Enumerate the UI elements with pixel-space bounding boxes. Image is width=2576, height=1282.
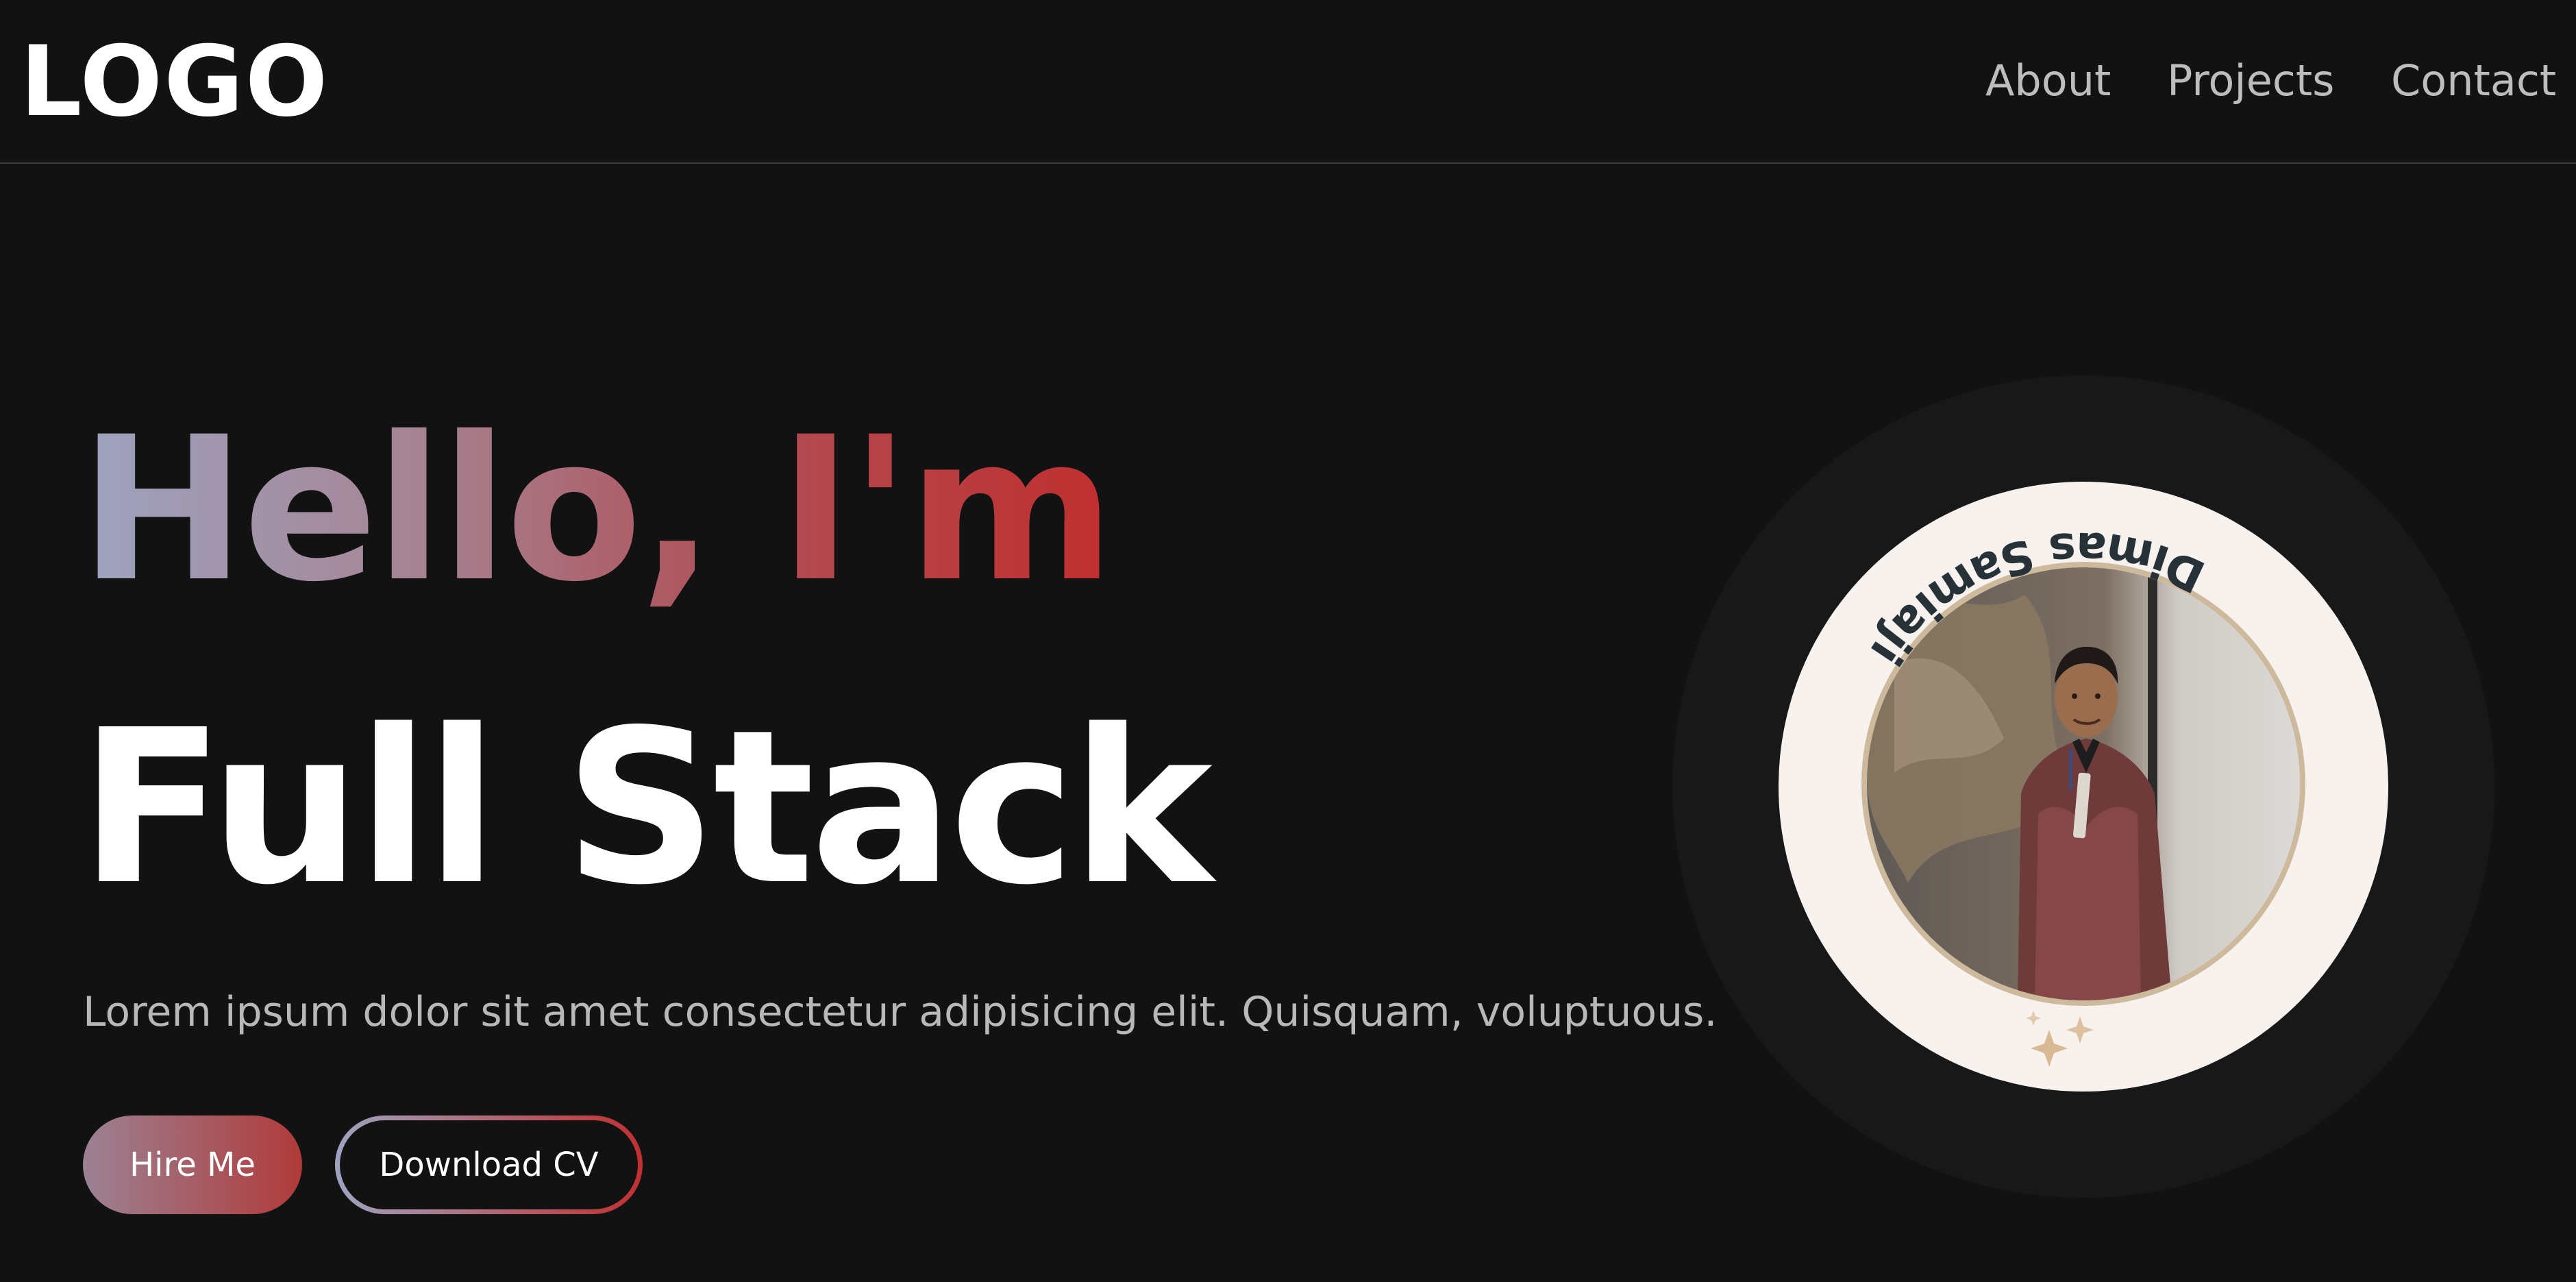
profile-name: Dimas Samiaji [1859,521,2213,676]
download-cv-label: Download CV [340,1120,638,1209]
hire-me-button[interactable]: Hire Me [83,1115,302,1214]
hero-description: Lorem ipsum dolor sit amet consectetur a… [83,988,1718,1036]
nav-link-about[interactable]: About [1985,53,2111,108]
profile-name-ring: Dimas Samiaji [1859,521,2213,1067]
hero-greeting: Hello, I'm [79,395,1115,626]
logo[interactable]: LOGO [20,27,329,137]
hero-role: Full Stack [79,685,1213,932]
nav-link-contact[interactable]: Contact [2391,53,2556,108]
download-cv-button[interactable]: Download CV [335,1115,643,1214]
nav-link-projects[interactable]: Projects [2167,53,2334,108]
sparkle-icon [2026,1011,2094,1067]
navbar: LOGO About Projects Contact [0,0,2576,164]
